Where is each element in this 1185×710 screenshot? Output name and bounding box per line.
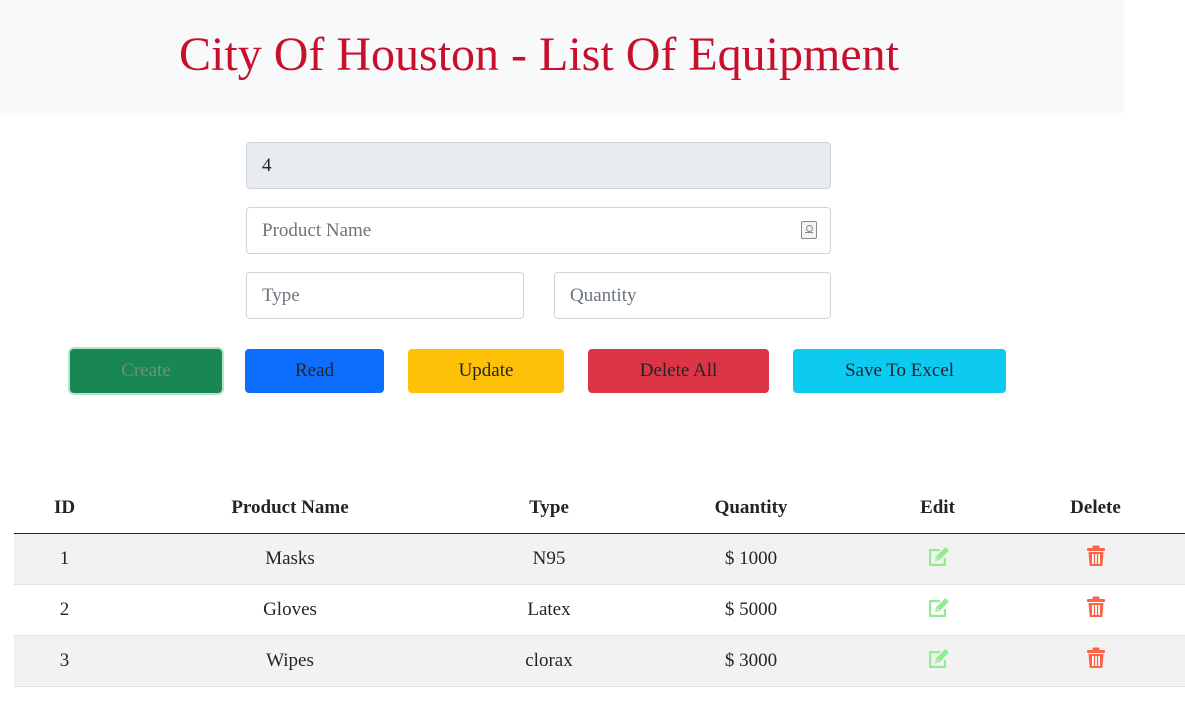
cell-product-name: Gloves <box>115 584 465 636</box>
table-row: 3 Wipes clorax $ 3000 <box>14 635 1185 687</box>
cell-delete <box>1006 533 1185 585</box>
trash-icon[interactable] <box>1086 647 1106 675</box>
column-header-id: ID <box>14 483 115 534</box>
update-button[interactable]: Update <box>408 349 564 393</box>
contact-card-icon[interactable] <box>801 221 817 239</box>
column-header-quantity: Quantity <box>633 483 869 534</box>
edit-icon[interactable] <box>926 596 950 624</box>
read-button[interactable]: Read <box>245 349 384 393</box>
type-input[interactable] <box>246 272 524 319</box>
cell-quantity: $ 1000 <box>633 533 869 585</box>
cell-id: 2 <box>14 584 115 636</box>
cell-delete <box>1006 584 1185 636</box>
cell-type: clorax <box>465 635 633 687</box>
cell-delete <box>1006 635 1185 687</box>
edit-icon[interactable] <box>926 647 950 675</box>
table-row: 2 Gloves Latex $ 5000 <box>14 584 1185 636</box>
delete-all-button[interactable]: Delete All <box>588 349 769 393</box>
cell-quantity: $ 5000 <box>633 584 869 636</box>
cell-id: 1 <box>14 533 115 585</box>
table-header-row: ID Product Name Type Quantity Edit Delet… <box>14 483 1185 534</box>
cell-type: Latex <box>465 584 633 636</box>
column-header-type: Type <box>465 483 633 534</box>
column-header-edit: Edit <box>869 483 1006 534</box>
trash-icon[interactable] <box>1086 596 1106 624</box>
cell-edit <box>869 584 1006 636</box>
equipment-table: ID Product Name Type Quantity Edit Delet… <box>14 483 1185 687</box>
cell-edit <box>869 635 1006 687</box>
cell-edit <box>869 533 1006 585</box>
cell-id: 3 <box>14 635 115 687</box>
cell-product-name: Wipes <box>115 635 465 687</box>
id-field[interactable] <box>246 142 831 189</box>
page-title: City Of Houston - List Of Equipment <box>179 28 899 81</box>
column-header-delete: Delete <box>1006 483 1185 534</box>
table-row: 1 Masks N95 $ 1000 <box>14 533 1185 585</box>
page-header: City Of Houston - List Of Equipment <box>0 0 1124 113</box>
save-to-excel-button[interactable]: Save To Excel <box>793 349 1006 393</box>
create-button[interactable]: Create <box>70 349 222 393</box>
trash-icon[interactable] <box>1086 545 1106 573</box>
quantity-input[interactable] <box>554 272 831 319</box>
product-name-input[interactable] <box>246 207 831 254</box>
edit-icon[interactable] <box>926 545 950 573</box>
cell-type: N95 <box>465 533 633 585</box>
column-header-product-name: Product Name <box>115 483 465 534</box>
cell-product-name: Masks <box>115 533 465 585</box>
cell-quantity: $ 3000 <box>633 635 869 687</box>
